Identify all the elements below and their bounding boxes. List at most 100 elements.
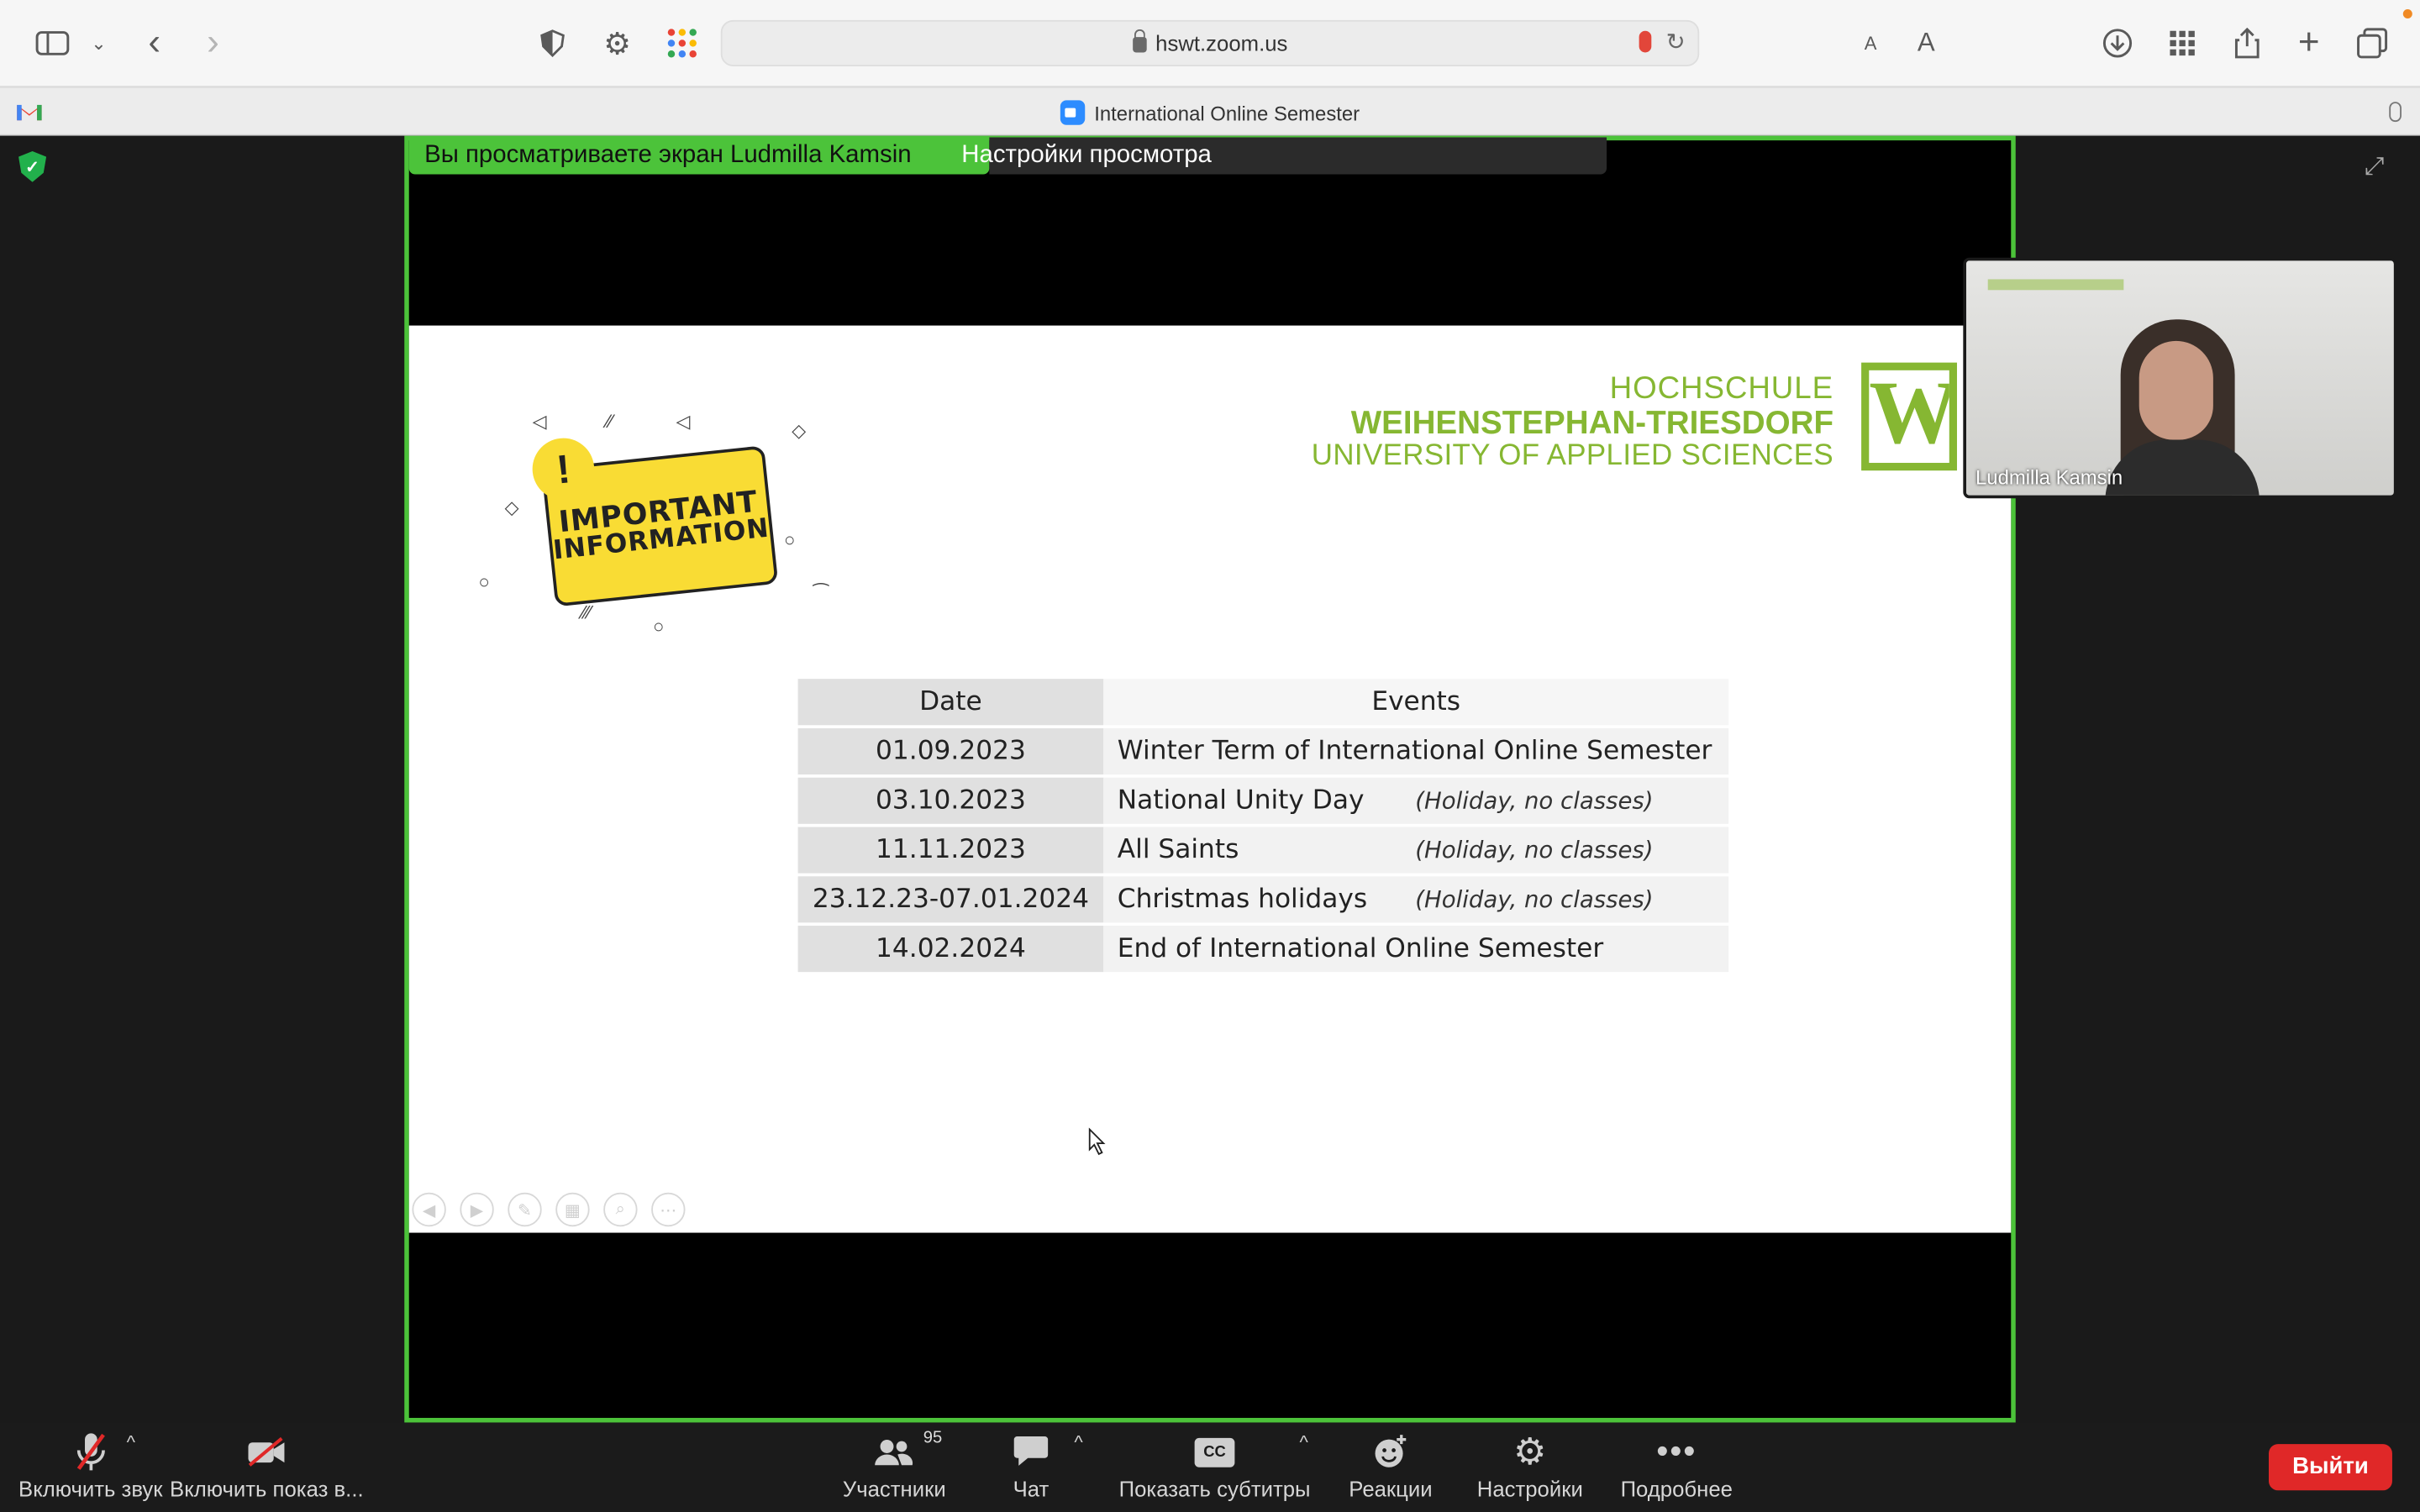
pen-icon[interactable]: ✎ <box>508 1192 542 1227</box>
participants-button[interactable]: 95 Участники <box>842 1429 946 1502</box>
view-options-label: Настройки просмотра <box>961 141 1212 169</box>
university-logo-text: HOCHSCHULE WEIHENSTEPHAN-TRIESDORF UNIVE… <box>1312 372 1833 474</box>
header-date: Date <box>797 679 1104 726</box>
microphone-muted-icon <box>71 1431 111 1472</box>
next-slide-icon[interactable]: ▶ <box>460 1192 494 1227</box>
captions-button[interactable]: CC Показать субтитры <box>1119 1431 1311 1501</box>
fullscreen-icon[interactable]: ⤢ <box>2365 155 2385 182</box>
captions-options-caret-icon[interactable]: ^ <box>1300 1431 1308 1453</box>
unmute-label: Включить звук <box>18 1476 163 1502</box>
row-event: All Saints <box>1117 834 1239 866</box>
meeting-area: ✓ ⤢ Вы просматриваете экран Ludmilla Kam… <box>0 135 2420 1423</box>
zigzag-decoration-icon: ⁄⁄⁄ <box>581 601 592 624</box>
extensions-grid-icon[interactable] <box>660 22 703 65</box>
microphone-icon[interactable] <box>1639 30 1652 53</box>
participant-name: Ludmilla Kamsin <box>1975 465 2123 490</box>
slides-icon[interactable]: ▦ <box>555 1192 590 1227</box>
share-icon[interactable] <box>2226 22 2269 65</box>
chat-button[interactable]: Чат <box>1011 1431 1051 1501</box>
text-larger-button[interactable]: A <box>1905 22 1948 65</box>
university-logo-mark: W <box>1861 362 1957 471</box>
row-event: Winter Term of International Online Seme… <box>1117 736 1712 767</box>
zoom-icon[interactable]: ⌕ <box>603 1192 638 1227</box>
row-note: (Holiday, no classes) <box>1415 836 1654 864</box>
tab-bar: International Online Semester <box>0 86 2420 136</box>
tab-title: International Online Semester <box>1094 102 1360 125</box>
row-event: End of International Online Semester <box>1117 933 1604 964</box>
browser-toolbar: ⌄ ‹ › ⚙ hswt.zoom.us ↻ A A + <box>0 0 2420 87</box>
circle-decoration-icon: ○ <box>652 615 665 638</box>
leave-meeting-button[interactable]: Выйти <box>2269 1444 2392 1491</box>
reactions-button[interactable]: Реакции <box>1349 1431 1433 1501</box>
zoom-favicon-icon <box>1060 100 1086 125</box>
mouse-cursor-icon <box>1088 1127 1106 1156</box>
tab-overview-icon[interactable] <box>2350 22 2393 65</box>
forward-icon[interactable]: › <box>192 22 234 65</box>
row-event-cell: All Saints (Holiday, no classes) <box>1103 827 1729 874</box>
row-event-cell: Winter Term of International Online Seme… <box>1103 727 1729 775</box>
start-video-button[interactable]: Включить показ в... <box>170 1431 364 1501</box>
logo-line1: HOCHSCHULE <box>1609 371 1834 407</box>
viewing-banner: Вы просматриваете экран Ludmilla Kamsin <box>408 137 990 175</box>
start-video-label: Включить показ в... <box>170 1476 364 1502</box>
previous-slide-icon[interactable]: ◀ <box>412 1192 446 1227</box>
meeting-controls-bar: Включить звук ^ Включить показ в... 95 У… <box>0 1422 2420 1512</box>
row-event-cell: National Unity Day (Holiday, no classes) <box>1103 777 1729 824</box>
reload-icon[interactable]: ↻ <box>1666 28 1686 55</box>
sidebar-icon[interactable] <box>31 22 74 65</box>
privacy-shield-icon[interactable] <box>531 22 574 65</box>
view-options-button[interactable]: Настройки просмотра <box>961 137 1607 175</box>
more-button[interactable]: ••• Подробнее <box>1621 1431 1733 1501</box>
address-bar[interactable]: hswt.zoom.us ↻ <box>720 19 1700 66</box>
table-row: 03.10.2023 National Unity Day (Holiday, n… <box>797 777 1729 824</box>
captions-label: Показать субтитры <box>1118 1476 1311 1502</box>
participants-label: Участники <box>842 1476 946 1502</box>
row-date: 14.02.2024 <box>797 926 1104 973</box>
participant-face <box>2139 340 2213 440</box>
more-icon[interactable]: ⋯ <box>651 1192 686 1227</box>
zigzag-decoration-icon: ⁄⁄ <box>606 410 613 433</box>
audio-options-caret-icon[interactable]: ^ <box>127 1431 135 1453</box>
chevron-down-icon[interactable]: ⌄ <box>77 22 120 65</box>
download-icon[interactable] <box>2096 22 2139 65</box>
row-event-cell: End of International Online Semester <box>1103 926 1729 973</box>
more-dots-icon: ••• <box>1656 1431 1697 1471</box>
zigzag-decoration-icon: ⁀ <box>813 583 829 606</box>
new-tab-icon[interactable]: + <box>2287 22 2330 65</box>
more-label: Подробнее <box>1620 1476 1733 1502</box>
video-background-logo <box>1987 279 2124 291</box>
tab-active[interactable]: International Online Semester <box>0 100 2420 125</box>
table-row: 01.09.2023 Winter Term of International … <box>797 727 1729 775</box>
gear-icon[interactable]: ⚙ <box>596 22 639 65</box>
triangle-decoration-icon: ◁ <box>676 410 691 433</box>
row-note: (Holiday, no classes) <box>1415 786 1654 815</box>
settings-button[interactable]: ⚙ Настройки <box>1476 1431 1583 1502</box>
table-row: 23.12.23-07.01.2024 Christmas holidays (H… <box>797 876 1729 923</box>
unmute-button[interactable]: Включить звук <box>18 1431 163 1501</box>
microphone-icon[interactable] <box>2389 102 2402 123</box>
camera-off-icon <box>246 1431 287 1472</box>
table-header-row: Date Events <box>797 679 1729 726</box>
back-icon[interactable]: ‹ <box>133 22 176 65</box>
row-event: Christmas holidays <box>1117 884 1368 916</box>
chat-options-caret-icon[interactable]: ^ <box>1074 1431 1082 1453</box>
participants-icon: 95 <box>874 1429 942 1472</box>
row-date: 11.11.2023 <box>797 827 1104 874</box>
row-event: National Unity Day <box>1117 785 1365 816</box>
events-table: Date Events 01.09.2023 Winter Term of In… <box>797 675 1729 974</box>
apps-grid-icon[interactable] <box>2160 22 2203 65</box>
encryption-shield-icon[interactable]: ✓ <box>18 151 47 182</box>
reaction-smile-icon <box>1370 1431 1411 1472</box>
captions-icon: CC <box>1194 1431 1235 1472</box>
lock-icon <box>1132 29 1147 53</box>
text-smaller-button[interactable]: A <box>1849 22 1891 65</box>
gear-icon: ⚙ <box>1513 1431 1547 1473</box>
participant-video[interactable]: Ludmilla Kamsin <box>1963 257 2397 499</box>
row-event-cell: Christmas holidays (Holiday, no classes) <box>1103 876 1729 923</box>
chat-icon <box>1011 1431 1051 1472</box>
slideshow-controls: ◀ ▶ ✎ ▦ ⌕ ⋯ <box>412 1192 686 1227</box>
recording-indicator <box>2402 9 2412 19</box>
settings-label: Настройки <box>1476 1476 1583 1502</box>
logo-line3: UNIVERSITY OF APPLIED SCIENCES <box>1311 439 1834 473</box>
table-row: 14.02.2024 End of International Online S… <box>797 926 1729 973</box>
